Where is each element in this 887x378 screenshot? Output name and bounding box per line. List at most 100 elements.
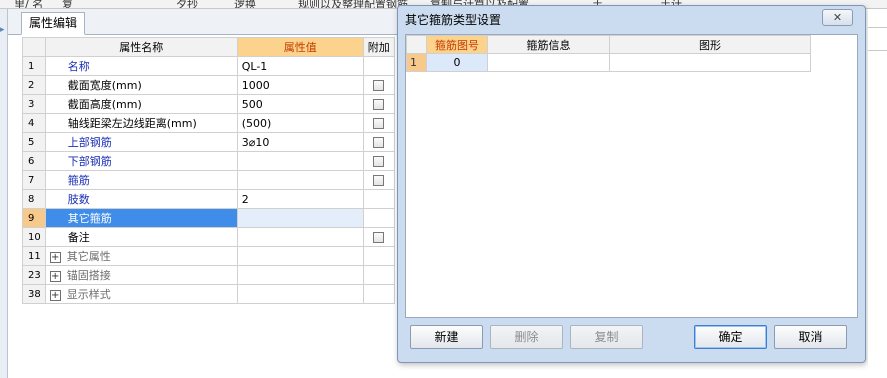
property-name-cell[interactable]: 备注 bbox=[44, 227, 238, 247]
property-name: 显示样式 bbox=[66, 288, 111, 301]
property-row[interactable]: 23 + 锚固搭接 bbox=[22, 265, 395, 285]
property-name: 其它属性 bbox=[66, 250, 111, 263]
toolbar-item[interactable]: 逻换 bbox=[234, 0, 256, 8]
row-number: 4 bbox=[22, 113, 46, 133]
property-name: 其它箍筋 bbox=[67, 212, 112, 225]
property-value-cell[interactable] bbox=[236, 170, 364, 190]
cancel-button[interactable]: 取消 bbox=[774, 325, 847, 349]
extra-cell bbox=[362, 113, 395, 133]
property-name-cell[interactable]: 箍筋 bbox=[44, 170, 238, 190]
property-value-cell[interactable]: 3⌀10 bbox=[236, 132, 364, 152]
property-value-cell[interactable] bbox=[236, 227, 364, 247]
row-number: 1 bbox=[22, 56, 46, 76]
extra-cell bbox=[362, 208, 395, 228]
row-number: 2 bbox=[22, 75, 46, 95]
property-name-cell[interactable]: 肢数 bbox=[44, 189, 238, 209]
corner-cell bbox=[406, 35, 427, 54]
tab-property-edit[interactable]: 属性编辑 bbox=[21, 12, 86, 35]
property-name: 轴线距梁左边线距离(mm) bbox=[67, 117, 197, 130]
property-value-cell[interactable]: QL-1 bbox=[236, 56, 364, 76]
property-name-cell[interactable]: 上部钢筋 bbox=[44, 132, 238, 152]
property-value-cell[interactable] bbox=[236, 265, 364, 285]
checkbox-icon[interactable] bbox=[373, 118, 385, 129]
property-value-cell[interactable] bbox=[236, 151, 364, 171]
property-value-cell[interactable]: (500) bbox=[236, 113, 364, 133]
property-row[interactable]: 8 肢数 2 bbox=[22, 189, 395, 209]
stirrup-table-area: 箍筋图号 箍筋信息 图形 1 0 bbox=[405, 34, 858, 318]
property-value-cell[interactable]: 2 bbox=[236, 189, 364, 209]
property-name: 截面宽度(mm) bbox=[67, 79, 142, 92]
property-name-cell[interactable]: 截面高度(mm) bbox=[44, 94, 238, 114]
property-name: 箍筋 bbox=[67, 174, 90, 187]
new-button[interactable]: 新建 bbox=[410, 325, 483, 349]
property-row[interactable]: 4 轴线距梁左边线距离(mm) (500) bbox=[22, 113, 395, 133]
property-row[interactable]: 7 箍筋 bbox=[22, 170, 395, 190]
copy-button[interactable]: 复制 bbox=[570, 325, 643, 349]
column-header-figure: 图形 bbox=[609, 35, 811, 54]
extra-cell bbox=[362, 56, 395, 76]
property-name-cell[interactable]: 轴线距梁左边线距离(mm) bbox=[44, 113, 238, 133]
shape-no-cell[interactable]: 0 bbox=[426, 53, 488, 72]
property-row[interactable]: 2 截面宽度(mm) 1000 bbox=[22, 75, 395, 95]
property-name-cell[interactable]: 截面宽度(mm) bbox=[44, 75, 238, 95]
toolbar-item[interactable]: 复 bbox=[62, 0, 73, 8]
property-value-cell[interactable] bbox=[236, 246, 364, 266]
table-row[interactable]: 1 0 bbox=[406, 53, 811, 72]
row-number: 23 bbox=[22, 265, 46, 285]
property-value-cell[interactable] bbox=[236, 284, 364, 304]
column-header-info: 箍筋信息 bbox=[487, 35, 610, 54]
property-name-cell[interactable]: + 其它属性 bbox=[44, 246, 238, 266]
checkbox-icon[interactable] bbox=[373, 137, 385, 148]
property-name-cell[interactable]: + 锚固搭接 bbox=[44, 265, 238, 285]
checkbox-icon[interactable] bbox=[373, 232, 385, 243]
figure-cell[interactable] bbox=[609, 53, 811, 72]
checkbox-icon[interactable] bbox=[373, 175, 385, 186]
property-row[interactable]: 3 截面高度(mm) 500 bbox=[22, 94, 395, 114]
toolbar-item[interactable]: 规则以及整理配置钢筋 bbox=[298, 0, 408, 8]
info-cell[interactable] bbox=[487, 53, 610, 72]
column-header-extra: 附加 bbox=[362, 37, 395, 57]
row-number: 8 bbox=[22, 189, 46, 209]
stirrup-table: 箍筋图号 箍筋信息 图形 1 0 bbox=[406, 35, 811, 72]
ok-button[interactable]: 确定 bbox=[694, 325, 767, 349]
expand-plus-icon[interactable]: + bbox=[49, 270, 61, 282]
property-name: 下部钢筋 bbox=[67, 155, 112, 168]
expand-plus-icon[interactable]: + bbox=[49, 289, 61, 301]
toolbar-item[interactable]: 夕抄 bbox=[176, 0, 198, 8]
checkbox-icon[interactable] bbox=[373, 80, 385, 91]
extra-cell bbox=[362, 75, 395, 95]
property-row[interactable]: 9 其它箍筋 bbox=[22, 208, 395, 228]
checkbox-icon[interactable] bbox=[373, 99, 385, 110]
close-icon[interactable]: ✕ bbox=[822, 9, 853, 26]
property-name-cell[interactable]: 其它箍筋 bbox=[44, 208, 238, 228]
expand-plus-icon[interactable]: + bbox=[49, 251, 61, 263]
property-value-cell[interactable]: 500 bbox=[236, 94, 364, 114]
delete-button[interactable]: 删除 bbox=[490, 325, 563, 349]
property-row[interactable]: 5 上部钢筋 3⌀10 bbox=[22, 132, 395, 152]
row-number: 9 bbox=[22, 208, 46, 228]
property-name-cell[interactable]: 名称 bbox=[44, 56, 238, 76]
property-name-cell[interactable]: 下部钢筋 bbox=[44, 151, 238, 171]
row-number: 11 bbox=[22, 246, 46, 266]
property-row[interactable]: 10 备注 bbox=[22, 227, 395, 247]
property-row[interactable]: 11 + 其它属性 bbox=[22, 246, 395, 266]
extra-cell bbox=[362, 265, 395, 285]
property-name-cell[interactable]: + 显示样式 bbox=[44, 284, 238, 304]
other-stirrup-dialog: 其它箍筋类型设置 ✕ 箍筋图号 箍筋信息 图形 1 0 新建 删除 复制 确定 … bbox=[397, 5, 866, 363]
property-name: 截面高度(mm) bbox=[67, 98, 142, 111]
corner-cell bbox=[22, 37, 46, 57]
column-header-value: 属性值 bbox=[236, 37, 364, 57]
extra-cell bbox=[362, 284, 395, 304]
checkbox-icon[interactable] bbox=[373, 156, 385, 167]
property-name: 备注 bbox=[67, 231, 90, 244]
toolbar-item[interactable]: 里/ 名 bbox=[14, 0, 43, 8]
property-row[interactable]: 38 + 显示样式 bbox=[22, 284, 395, 304]
dock-arrow-icon[interactable]: ▸ bbox=[0, 25, 8, 37]
property-value-cell[interactable]: 1000 bbox=[236, 75, 364, 95]
property-row[interactable]: 6 下部钢筋 bbox=[22, 151, 395, 171]
property-value-cell[interactable] bbox=[236, 208, 364, 228]
property-row[interactable]: 1 名称 QL-1 bbox=[22, 56, 395, 76]
row-number: 6 bbox=[22, 151, 46, 171]
row-number: 10 bbox=[22, 227, 46, 247]
extra-cell bbox=[362, 151, 395, 171]
